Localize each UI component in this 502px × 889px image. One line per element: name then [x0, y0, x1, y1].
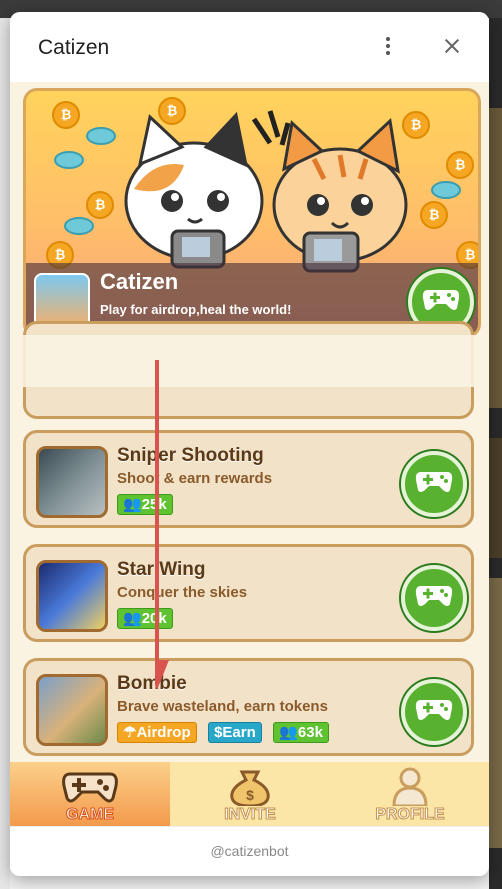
players-badge: 👥63k [273, 722, 329, 743]
gamepad-icon [415, 700, 453, 720]
tab-invite[interactable]: $ INVITE [170, 762, 330, 826]
money-bag-icon: $ [230, 770, 270, 806]
more-vertical-icon[interactable] [382, 35, 394, 59]
parachute-icon: ☂ [123, 724, 137, 741]
popup-window: Catizen ₿ ₿ ₿ ₿ ₿ ₿ ₿ ₿ Catizen Play for… [10, 12, 489, 876]
game-card-star-wing[interactable]: Star Wing Conquer the skies 👥20k [23, 544, 474, 642]
close-icon[interactable] [440, 34, 464, 58]
background-left-edge [0, 18, 10, 889]
popup-footer: @catizenbot [10, 826, 489, 876]
earn-badge: $Earn [208, 722, 262, 743]
banner-title: Catizen [100, 269, 179, 294]
game-thumbnail [36, 674, 108, 746]
game-card-sniper-shooting[interactable]: Sniper Shooting Shoot & earn rewards 👥25… [23, 430, 474, 528]
cats-illustration [124, 110, 408, 273]
annotation-arrow [155, 360, 169, 690]
users-icon: 👥 [123, 610, 142, 627]
game-badges: ☂Airdrop $Earn 👥63k [117, 722, 336, 743]
users-icon: 👥 [123, 496, 142, 513]
game-card-bombie[interactable]: Bombie Brave wasteland, earn tokens ☂Air… [23, 658, 474, 756]
play-game-button[interactable] [401, 565, 467, 631]
players-count: 63k [297, 724, 323, 741]
fish-icon [86, 127, 116, 145]
airdrop-label: Airdrop [136, 724, 191, 741]
play-game-button[interactable] [401, 451, 467, 517]
background-right-edge [489, 18, 502, 889]
gamepad-icon [415, 472, 453, 492]
airdrop-badge: ☂Airdrop [117, 722, 197, 743]
fish-icon [54, 151, 84, 169]
game-title: Sniper Shooting [117, 445, 264, 466]
background-tile [489, 578, 502, 848]
background-tile [489, 438, 502, 558]
banner-tagline: Play for airdrop,heal the world! [100, 302, 292, 317]
game-app: ₿ ₿ ₿ ₿ ₿ ₿ ₿ ₿ Catizen Play for airdrop… [10, 82, 489, 826]
play-game-button[interactable] [401, 679, 467, 745]
tab-label: GAME [66, 806, 115, 824]
gamepad-icon [415, 586, 453, 606]
bot-username[interactable]: @catizenbot [10, 843, 489, 859]
fish-icon [64, 217, 94, 235]
game-thumbnail [36, 560, 108, 632]
coin-icon: ₿ [52, 101, 80, 129]
svg-text:$: $ [246, 787, 254, 803]
bottom-nav: GAME $ INVITE PROFILE [10, 762, 489, 826]
tab-label: PROFILE [375, 806, 445, 824]
fish-icon [431, 181, 461, 199]
users-icon: 👥 [279, 724, 298, 741]
tab-profile[interactable]: PROFILE [330, 762, 489, 826]
background-tile [489, 108, 502, 408]
tab-game[interactable]: GAME [10, 762, 170, 826]
gamepad-icon [422, 290, 460, 310]
gamepad-icon [62, 772, 118, 803]
tab-label: INVITE [224, 806, 277, 824]
titlebar: Catizen [10, 12, 489, 82]
game-description: Shoot & earn rewards [117, 470, 273, 487]
coin-icon: ₿ [86, 191, 114, 219]
coin-icon: ₿ [446, 151, 474, 179]
loading-overlay [23, 335, 475, 387]
window-title: Catizen [38, 36, 110, 59]
profile-icon [392, 767, 428, 806]
game-description: Brave wasteland, earn tokens [117, 698, 328, 715]
earn-label: Earn [222, 724, 256, 741]
featured-banner[interactable]: ₿ ₿ ₿ ₿ ₿ ₿ ₿ ₿ Catizen Play for airdrop… [23, 88, 481, 338]
coin-icon: ₿ [420, 201, 448, 229]
game-thumbnail [36, 446, 108, 518]
